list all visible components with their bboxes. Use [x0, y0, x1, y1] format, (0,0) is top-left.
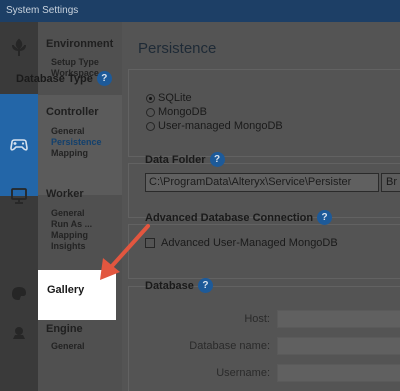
nav-item-controller-mapping[interactable]: Mapping — [38, 148, 122, 159]
data-folder-input[interactable]: C:\ProgramData\Alteryx\Service\Persister — [145, 173, 379, 192]
database-name-input[interactable] — [277, 337, 400, 355]
radio-user-managed-mongodb-indicator[interactable] — [146, 121, 155, 131]
nav-engine: Engine General — [38, 323, 122, 352]
advanced-mongodb-checkbox-label[interactable]: Advanced User-Managed MongoDB — [161, 237, 338, 249]
nav-worker-heading[interactable]: Worker — [38, 188, 122, 200]
data-folder-heading: Data Folder ? — [145, 152, 225, 167]
nav-engine-heading[interactable]: Engine — [38, 323, 122, 335]
radio-mongodb-indicator[interactable] — [146, 107, 155, 117]
nav-item-controller-general[interactable]: General — [38, 126, 122, 137]
nav-item-persistence[interactable]: Persistence — [38, 137, 122, 148]
database-type-label: Database Type — [16, 72, 93, 85]
nav-item-worker-general[interactable]: General — [38, 208, 122, 219]
page-title: Persistence — [138, 40, 217, 57]
browse-button[interactable]: Br — [381, 173, 400, 192]
username-label: Username: — [216, 367, 270, 379]
radio-sqlite-label[interactable]: SQLite — [158, 92, 192, 104]
window-title: System Settings — [0, 0, 400, 22]
worker-icon[interactable] — [0, 180, 38, 212]
nav-controller: Controller General Persistence Mapping — [38, 106, 122, 159]
radio-sqlite[interactable]: SQLite — [146, 92, 192, 104]
radio-sqlite-indicator[interactable] — [146, 93, 155, 103]
nav-environment-heading[interactable]: Environment — [38, 38, 122, 50]
data-folder-help-icon[interactable]: ? — [209, 152, 225, 167]
radio-mongodb[interactable]: MongoDB — [146, 106, 207, 118]
nav-item-engine-general[interactable]: General — [38, 341, 122, 352]
nav-item-insights[interactable]: Insights — [38, 241, 122, 252]
advanced-mongodb-checkbox[interactable] — [145, 238, 155, 248]
database-heading: Database ? — [145, 278, 213, 293]
advanced-connection-group — [128, 224, 400, 279]
environment-icon[interactable] — [0, 32, 38, 64]
data-folder-label: Data Folder — [145, 153, 206, 166]
advanced-connection-label: Advanced Database Connection — [145, 211, 314, 224]
database-type-help-icon[interactable]: ? — [96, 71, 112, 86]
nav-worker: Worker General Run As ... Mapping Insigh… — [38, 188, 122, 252]
advanced-connection-help-icon[interactable]: ? — [317, 210, 333, 225]
host-input[interactable] — [277, 310, 400, 328]
nav-item-worker-mapping[interactable]: Mapping — [38, 230, 122, 241]
nav-controller-heading[interactable]: Controller — [38, 106, 122, 118]
nav-gallery-heading[interactable]: Gallery — [47, 284, 84, 296]
database-help-icon[interactable]: ? — [197, 278, 213, 293]
radio-user-managed-mongodb[interactable]: User-managed MongoDB — [146, 120, 283, 132]
gallery-icon[interactable] — [0, 278, 38, 308]
host-label: Host: — [244, 313, 270, 325]
advanced-connection-heading: Advanced Database Connection ? — [145, 210, 333, 225]
nav-item-run-as[interactable]: Run As ... — [38, 219, 122, 230]
username-input[interactable] — [277, 364, 400, 382]
nav-item-setup-type[interactable]: Setup Type — [38, 57, 122, 68]
radio-mongodb-label[interactable]: MongoDB — [158, 106, 207, 118]
database-type-heading: Database Type ? — [16, 71, 112, 86]
database-label: Database — [145, 279, 194, 292]
engine-icon[interactable] — [0, 317, 38, 347]
database-name-label: Database name: — [189, 340, 270, 352]
persistence-panel: Persistence — [122, 22, 400, 391]
advanced-mongodb-checkbox-row[interactable]: Advanced User-Managed MongoDB — [145, 237, 338, 249]
radio-user-managed-mongodb-label[interactable]: User-managed MongoDB — [158, 120, 283, 132]
